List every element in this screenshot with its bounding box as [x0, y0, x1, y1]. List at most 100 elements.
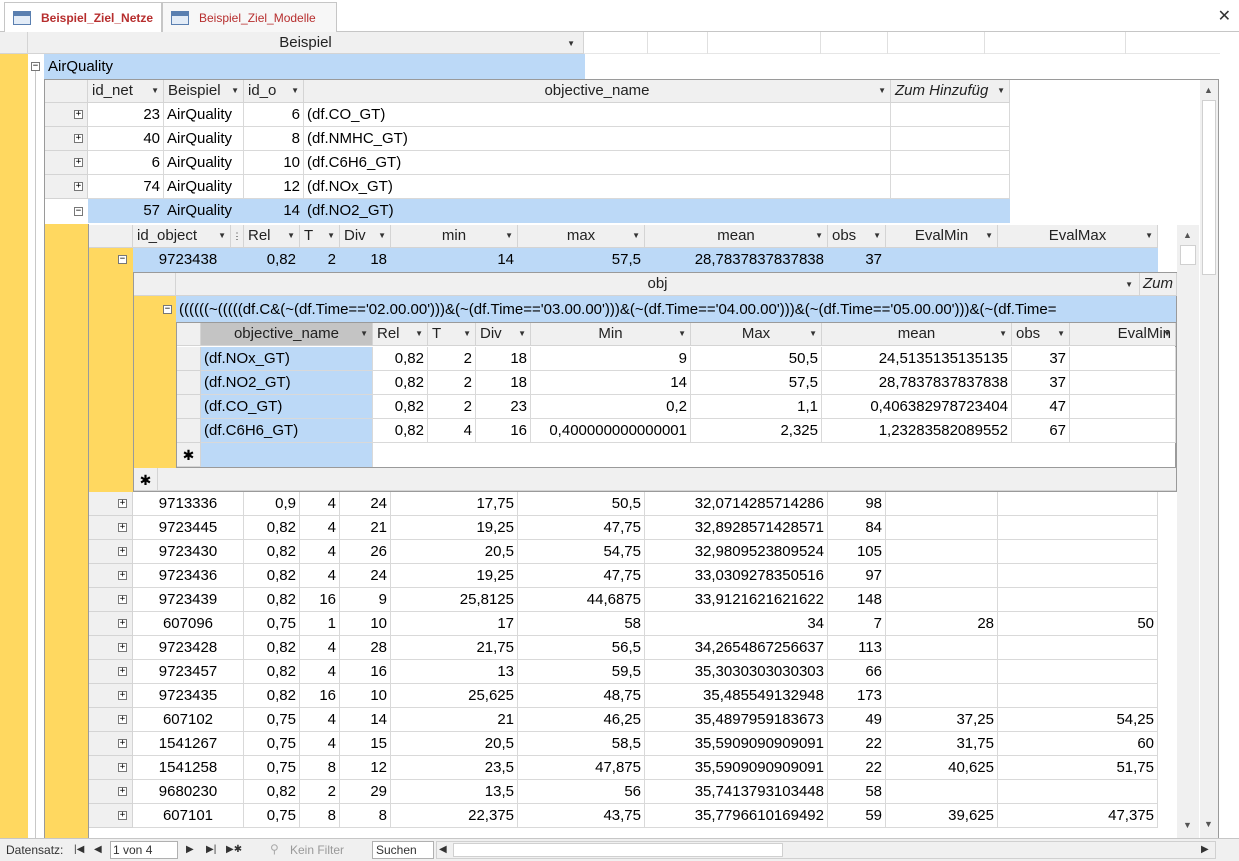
column-header[interactable]: objective_name ▼	[201, 323, 373, 346]
close-icon[interactable]: ✕	[1218, 6, 1231, 26]
table-row[interactable]: 9723457 0,82 4 16 13 59,5 35,3030303030303 66	[133, 660, 1177, 684]
column-header[interactable]: mean ▼	[645, 225, 828, 248]
table-cell[interactable]: 47	[1012, 395, 1070, 419]
table-cell[interactable]: (df.CO_GT)	[201, 395, 373, 419]
table-cell[interactable]	[998, 248, 1158, 272]
table-cell[interactable]: AirQuality	[164, 103, 244, 127]
table-row[interactable]: 1541258 0,75 8 12 23,5 47,875 35,5909090909091…	[133, 756, 1177, 780]
table-cell[interactable]: 0,75	[244, 732, 300, 756]
table-cell[interactable]: (df.NMHC_GT)	[304, 127, 891, 151]
table-row[interactable]: 57 AirQuality 14 (df.NO2_GT)	[88, 199, 1010, 223]
table-cell[interactable]: 97	[828, 564, 886, 588]
table-row[interactable]: 9723428 0,82 4 28 21,75 56,5 34,2654867256637 1…	[133, 636, 1177, 660]
table-cell[interactable]: 35,4897959183673	[645, 708, 828, 732]
table-cell[interactable]: 35,3030303030303	[645, 660, 828, 684]
table-cell[interactable]: 35,7413793103448	[645, 780, 828, 804]
table-cell[interactable]: 9723435	[133, 684, 244, 708]
collapse-icon[interactable]: −	[74, 207, 83, 216]
table-cell[interactable]: (df.C6H6_GT)	[201, 419, 373, 443]
table-cell[interactable]: 4	[300, 636, 340, 660]
table-cell[interactable]: 0,82	[244, 588, 300, 612]
table-cell[interactable]: 9713336	[133, 492, 244, 516]
table-cell[interactable]: 1541267	[133, 732, 244, 756]
table-cell[interactable]: 37,25	[886, 708, 998, 732]
table-cell[interactable]: 105	[828, 540, 886, 564]
table-cell[interactable]: 8	[300, 804, 340, 828]
column-header[interactable]: min ▼	[391, 225, 518, 248]
table-row[interactable]: 23 AirQuality 6 (df.CO_GT)	[88, 103, 1010, 127]
dropdown-arrow-icon[interactable]: ▼	[378, 225, 386, 247]
table-cell[interactable]: 148	[828, 588, 886, 612]
expand-icon[interactable]: +	[118, 499, 127, 508]
table-cell[interactable]: 8	[300, 756, 340, 780]
table-cell[interactable]: 21,75	[391, 636, 518, 660]
table-cell[interactable]: 37	[1012, 371, 1070, 395]
table-cell[interactable]	[891, 199, 1010, 223]
table-cell[interactable]: 0,406382978723404	[822, 395, 1012, 419]
expand-icon[interactable]: +	[118, 787, 127, 796]
table-cell[interactable]: 2	[300, 780, 340, 804]
horizontal-scrollbar[interactable]: ◀ ▶	[436, 841, 1216, 859]
table-row[interactable]: 9723430 0,82 4 26 20,5 54,75 32,9809523809524 1…	[133, 540, 1177, 564]
table-cell[interactable]: 46,25	[518, 708, 645, 732]
column-header[interactable]: Beispiel ▼	[164, 80, 244, 103]
table-cell[interactable]: 12	[340, 756, 391, 780]
record-selector-level3[interactable]	[134, 296, 176, 468]
table-cell[interactable]: 0,82	[244, 516, 300, 540]
table-cell[interactable]: 59,5	[518, 660, 645, 684]
select-all-corner[interactable]	[89, 225, 133, 248]
table-cell[interactable]: 50,5	[518, 492, 645, 516]
column-header[interactable]: EvalMax ▼	[998, 225, 1158, 248]
table-cell[interactable]: (df.NO2_GT)	[304, 199, 891, 223]
table-cell[interactable]: 28,7837837837838	[645, 248, 828, 272]
table-cell[interactable]: 56,5	[518, 636, 645, 660]
table-cell[interactable]	[886, 248, 998, 272]
table-cell[interactable]	[886, 684, 998, 708]
table-cell[interactable]: 1,1	[691, 395, 822, 419]
table-cell[interactable]: 40	[88, 127, 164, 151]
table-cell[interactable]	[891, 151, 1010, 175]
record-selector[interactable]	[177, 347, 201, 371]
table-cell[interactable]: 9	[531, 347, 691, 371]
table-cell[interactable]: 2	[428, 395, 476, 419]
table-cell[interactable]: 39,625	[886, 804, 998, 828]
table-row[interactable]: 6 AirQuality 10 (df.C6H6_GT)	[88, 151, 1010, 175]
table-cell[interactable]: 9723439	[133, 588, 244, 612]
table-cell[interactable]	[998, 492, 1158, 516]
column-header[interactable]: Rel ▼	[373, 323, 428, 346]
expand-icon[interactable]: +	[118, 595, 127, 604]
table-cell[interactable]: (df.NO2_GT)	[201, 371, 373, 395]
table-cell[interactable]: 54,25	[998, 708, 1158, 732]
column-header[interactable]: Rel ▼	[244, 225, 300, 248]
expand-icon[interactable]: +	[118, 547, 127, 556]
table-cell[interactable]	[886, 780, 998, 804]
table-row[interactable]: 40 AirQuality 8 (df.NMHC_GT)	[88, 127, 1010, 151]
column-header[interactable]: Div ▼	[476, 323, 531, 346]
table-cell[interactable]: 25,625	[391, 684, 518, 708]
expand-icon[interactable]: +	[74, 110, 83, 119]
table-cell[interactable]: 44,6875	[518, 588, 645, 612]
select-all-corner[interactable]	[45, 80, 88, 103]
vertical-scrollbar-level2[interactable]: ▲ ▼	[1177, 225, 1199, 838]
table-cell[interactable]: 8	[340, 804, 391, 828]
record-selector-level0[interactable]	[0, 54, 28, 838]
table-cell[interactable]: 4	[300, 492, 340, 516]
dropdown-arrow-icon[interactable]: ▼	[1163, 323, 1171, 345]
column-header[interactable]: Div ▼	[340, 225, 391, 248]
header-obj[interactable]: obj ▼	[176, 273, 1140, 296]
record-selector[interactable]	[177, 371, 201, 395]
expand-icon[interactable]: +	[74, 134, 83, 143]
table-row[interactable]: 9723445 0,82 4 21 19,25 47,75 32,8928571428571…	[133, 516, 1177, 540]
expand-icon[interactable]: +	[118, 691, 127, 700]
table-cell[interactable]: 60	[998, 732, 1158, 756]
table-cell[interactable]: 98	[828, 492, 886, 516]
table-cell[interactable]: 0,82	[244, 684, 300, 708]
column-header[interactable]: obs ▼	[828, 225, 886, 248]
dropdown-arrow-icon[interactable]: ▼	[415, 323, 423, 345]
table-cell[interactable]: 33,9121621621622	[645, 588, 828, 612]
table-cell[interactable]: 9723438	[133, 248, 244, 272]
table-cell[interactable]: 33,0309278350516	[645, 564, 828, 588]
table-cell[interactable]	[998, 636, 1158, 660]
table-cell[interactable]: 24	[340, 492, 391, 516]
table-cell[interactable]: 47,875	[518, 756, 645, 780]
